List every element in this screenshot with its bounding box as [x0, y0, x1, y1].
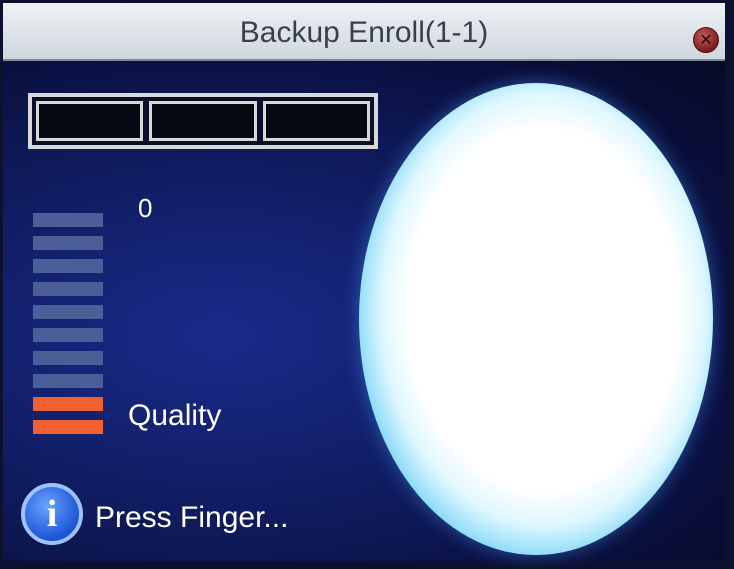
quality-label: Quality — [128, 399, 222, 432]
quality-segment — [33, 213, 103, 227]
quality-segment — [33, 305, 103, 319]
capture-slot-1 — [36, 101, 144, 141]
quality-segment — [33, 374, 103, 388]
window-title: Backup Enroll(1-1) — [239, 16, 489, 49]
status-message: Press Finger... — [95, 501, 289, 534]
title-bar: Backup Enroll(1-1) ✕ — [3, 3, 725, 61]
capture-slot-3 — [262, 101, 370, 141]
quality-segment-lit — [33, 420, 103, 434]
close-icon[interactable]: ✕ — [693, 27, 719, 53]
quality-segment — [33, 282, 103, 296]
enroll-panel: 0 Quality i Press Finger... — [3, 61, 725, 561]
enroll-window: Backup Enroll(1-1) ✕ 0 Quality i Press F… — [0, 0, 734, 569]
quality-meter — [33, 213, 105, 443]
capture-slots — [28, 93, 378, 149]
quality-segment — [33, 351, 103, 365]
info-icon: i — [21, 483, 83, 545]
quality-segment-lit — [33, 397, 103, 411]
fingerprint-sensor — [359, 83, 713, 555]
quality-segment — [33, 259, 103, 273]
quality-segment — [33, 328, 103, 342]
capture-slot-2 — [149, 101, 257, 141]
quality-segment — [33, 236, 103, 250]
enroll-count: 0 — [138, 193, 153, 223]
